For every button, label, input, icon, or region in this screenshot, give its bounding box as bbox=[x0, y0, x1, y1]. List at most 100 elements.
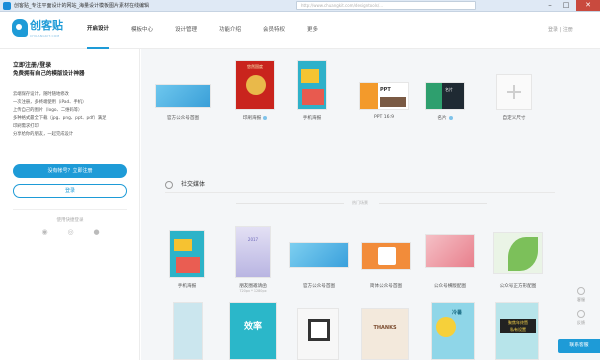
support-tool[interactable]: 客服 bbox=[571, 287, 591, 303]
nav-start-design[interactable]: 开启设计 bbox=[87, 12, 110, 49]
plus-icon bbox=[507, 85, 521, 99]
vip-badge-icon bbox=[448, 115, 453, 120]
template-label: 手机海报 bbox=[302, 116, 322, 121]
thumb-shape bbox=[302, 89, 324, 105]
template-label: 名片 bbox=[425, 115, 465, 121]
maximize-button[interactable]: □ bbox=[558, 0, 574, 11]
promo-thumb-text: 效率 bbox=[243, 322, 262, 332]
template-square-image[interactable]: 公众号正方形配图 bbox=[493, 232, 543, 302]
sales-thumb-text: 聚焦年终暨 私有设置 bbox=[500, 319, 536, 333]
template-thumbnail bbox=[425, 234, 475, 268]
leaf-icon bbox=[508, 237, 538, 271]
template-social-mobile-poster[interactable]: 手机海报 bbox=[169, 230, 205, 302]
template-thumbnail: 悠然国度 bbox=[235, 60, 275, 110]
feature-item: 多种格式最全下载（jpg、png、ppt、pdf）满足 bbox=[13, 116, 107, 121]
template-thumbnail: 名片 bbox=[425, 82, 465, 110]
nav-template-center[interactable]: 模板中心 bbox=[131, 12, 153, 49]
template-label: 官方公众号首图 bbox=[302, 284, 336, 289]
template-area: 官方公众号首图 悠然国度 印刷海报 手机海报 PPT PPT 16:9 名片 名… bbox=[141, 49, 600, 360]
login-button[interactable]: 登录 bbox=[13, 184, 127, 198]
weibo-icon[interactable]: ◉ bbox=[40, 228, 49, 237]
logo-mark-icon bbox=[12, 19, 28, 37]
vip-badge-icon bbox=[263, 115, 268, 120]
template-print-poster[interactable]: 悠然国度 印刷海报 bbox=[235, 60, 275, 122]
template-label: PPT 16:9 bbox=[373, 115, 395, 120]
template-label: 简体公众号首图 bbox=[369, 284, 403, 289]
template-bottom-3[interactable] bbox=[297, 302, 339, 360]
template-label: 手机海报 bbox=[177, 284, 197, 289]
quick-login-title: 使用快捷登录 bbox=[56, 218, 84, 223]
template-bottom-5[interactable]: 冷暑 bbox=[431, 302, 475, 360]
window-title: 创客贴_专注平面设计的网站_海量设计模板图片素材在线编辑 bbox=[14, 3, 150, 9]
brand-tagline: CHUANGKIT.COM bbox=[30, 34, 60, 38]
nav-design-manage[interactable]: 设计管理 bbox=[175, 12, 197, 49]
thumb-shape bbox=[301, 69, 319, 83]
brand-logo[interactable]: 创客贴 CHUANGKIT.COM bbox=[12, 17, 70, 43]
feedback-label: 反馈 bbox=[577, 320, 585, 325]
browser-app-icon bbox=[3, 2, 11, 10]
template-thumbnail: 效率 bbox=[229, 302, 277, 360]
template-social-official-cover[interactable]: 官方公众号首图 bbox=[289, 242, 349, 302]
qr-code-icon bbox=[308, 319, 330, 341]
nav-membership[interactable]: 会员特权 bbox=[263, 12, 285, 49]
thumb-shape bbox=[360, 83, 378, 109]
template-label: 自定义尺寸 bbox=[502, 116, 526, 121]
poster-ornament bbox=[246, 75, 266, 95]
thumb-shape bbox=[426, 83, 442, 109]
site-header: 创客贴 CHUANGKIT.COM 开启设计 模板中心 设计管理 功能介绍 会员… bbox=[0, 12, 600, 49]
divider bbox=[13, 209, 127, 210]
sales-line-2: 私有设置 bbox=[510, 327, 526, 332]
close-button[interactable]: ✕ bbox=[576, 0, 600, 11]
feature-item: 印刷需求打印 bbox=[13, 124, 39, 129]
template-label: 官方公众号首图 bbox=[166, 116, 200, 121]
minimize-button[interactable]: – bbox=[542, 0, 558, 11]
template-thumbnail: 聚焦年终暨 私有设置 bbox=[495, 302, 539, 360]
thumb-shape bbox=[174, 239, 192, 251]
address-bar[interactable]: http://www.chuangkit.com/designtools/... bbox=[296, 1, 476, 10]
help-icon bbox=[577, 287, 585, 295]
template-thumbnail bbox=[289, 242, 349, 268]
template-mobile-poster[interactable]: 手机海报 bbox=[297, 60, 327, 122]
template-invitation[interactable]: 2017 朋友圈邀请函 720px * 1280px bbox=[235, 226, 271, 302]
contact-service-button[interactable]: 联系客服 bbox=[558, 339, 600, 353]
ppt-thumb-text: PPT bbox=[380, 87, 391, 93]
brand-name: 创客贴 bbox=[30, 19, 63, 32]
thumb-shape bbox=[380, 97, 406, 107]
template-thumbnail bbox=[496, 74, 532, 110]
thumb-shape bbox=[176, 257, 200, 273]
template-thumbnail bbox=[297, 60, 327, 110]
template-thumbnail: 冷暑 bbox=[431, 302, 475, 360]
nav-features[interactable]: 功能介绍 bbox=[219, 12, 241, 49]
template-bottom-2[interactable]: 效率 bbox=[229, 302, 277, 360]
thumb-shape bbox=[436, 317, 456, 337]
template-business-card[interactable]: 名片 名片 bbox=[425, 60, 465, 122]
feedback-tool[interactable]: 反馈 bbox=[571, 310, 591, 326]
template-custom-size[interactable]: 自定义尺寸 bbox=[496, 60, 532, 122]
poster-text: 悠然国度 bbox=[247, 64, 263, 69]
template-horizontal-image[interactable]: 公众号横版配图 bbox=[425, 234, 475, 302]
divider bbox=[379, 203, 487, 204]
nav-more[interactable]: 更多 bbox=[307, 12, 318, 49]
template-ppt[interactable]: PPT PPT 16:9 bbox=[359, 60, 409, 122]
summer-thumb-text: 冷暑 bbox=[452, 310, 463, 316]
template-simple-cover[interactable]: 简体公众号首图 bbox=[361, 242, 411, 302]
login-register-links[interactable]: 登录 | 注册 bbox=[548, 12, 573, 49]
panel-title: 立即注册/登录 bbox=[13, 62, 52, 69]
template-label: 公众号正方形配图 bbox=[499, 284, 537, 289]
template-label: 公众号横版配图 bbox=[433, 284, 467, 289]
sales-line-1: 聚焦年终暨 bbox=[508, 320, 528, 325]
template-thumbnail: PPT bbox=[359, 82, 409, 110]
feature-item: 一次注册，多终端使用（iPad、手机） bbox=[13, 100, 87, 105]
template-bottom-4[interactable]: THANKS bbox=[361, 302, 409, 360]
register-button[interactable]: 没有帐号？立即注册 bbox=[13, 164, 127, 178]
section-divider bbox=[165, 192, 555, 193]
left-panel: 立即注册/登录 免费拥有自己的模版设计神器 云端保存设计，随时随地修改 一次注册… bbox=[0, 49, 140, 360]
template-thumbnail: 2017 bbox=[235, 226, 271, 278]
template-official-cover[interactable]: 官方公众号首图 bbox=[155, 60, 211, 122]
wechat-icon[interactable]: ◎ bbox=[66, 228, 75, 237]
card-thumb-text: 名片 bbox=[445, 87, 453, 92]
template-bottom-6[interactable]: 聚焦年终暨 私有设置 bbox=[495, 302, 539, 360]
qq-icon[interactable]: ● bbox=[92, 228, 101, 237]
template-thumbnail bbox=[361, 242, 411, 270]
template-bottom-1[interactable] bbox=[173, 302, 203, 360]
